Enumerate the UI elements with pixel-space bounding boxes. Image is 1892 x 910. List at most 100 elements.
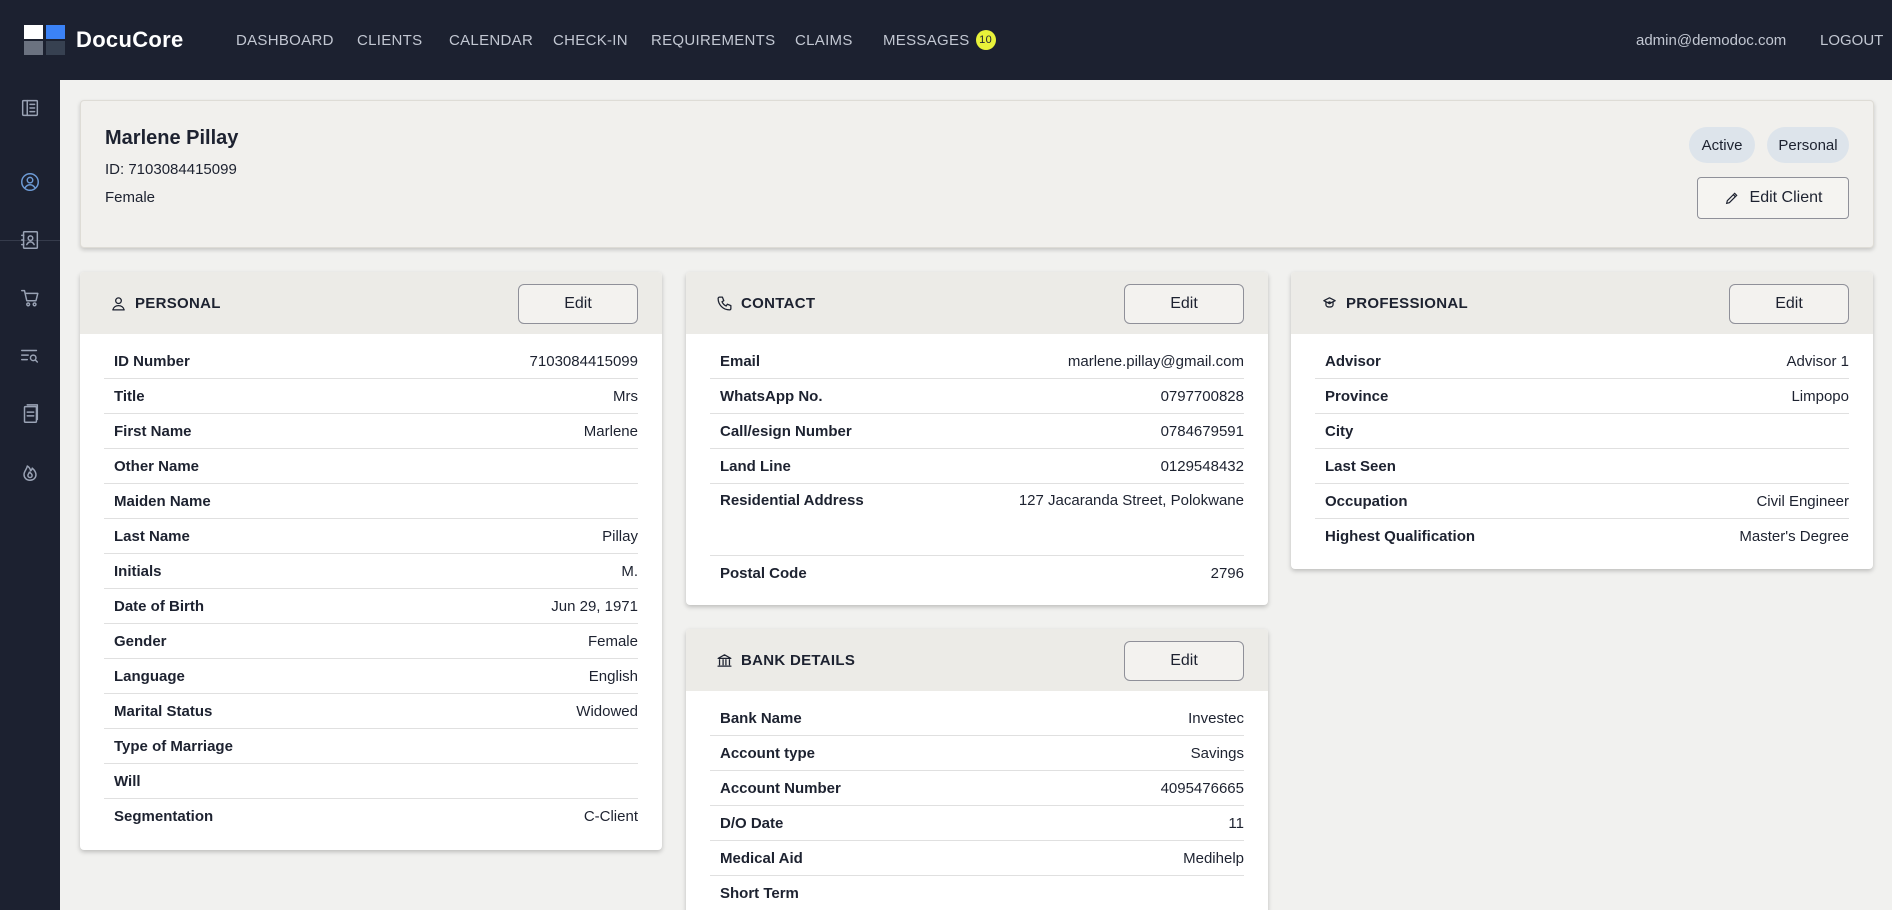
row-label: Highest Qualification xyxy=(1325,528,1476,545)
row-label: Call/esign Number xyxy=(720,422,852,440)
contact-edit-button[interactable]: Edit xyxy=(1124,284,1244,324)
table-row: Bank Name Investec xyxy=(710,701,1244,736)
row-label: Advisor xyxy=(1325,352,1381,370)
client-header-card: Marlene Pillay ID: 7103084415099 Female … xyxy=(80,100,1874,248)
table-row: First Name Marlene xyxy=(104,414,638,449)
bank-icon xyxy=(717,653,732,667)
table-row: ID Number 7103084415099 xyxy=(104,344,638,379)
table-row: D/O Date 11 xyxy=(710,806,1244,841)
row-label: Segmentation xyxy=(114,808,214,825)
table-row: Maiden Name xyxy=(104,484,638,519)
row-value: Pillay xyxy=(602,527,638,545)
nav-claims[interactable]: CLAIMS xyxy=(795,0,853,80)
nav-messages-label: MESSAGES xyxy=(883,31,970,49)
nav-messages[interactable]: MESSAGES 10 xyxy=(883,0,996,80)
table-row: City xyxy=(1315,414,1849,449)
flame-icon[interactable] xyxy=(0,450,60,494)
row-value: 0784679591 xyxy=(1160,422,1244,440)
row-label: Will xyxy=(114,772,141,790)
bank-edit-button[interactable]: Edit xyxy=(1124,641,1244,681)
row-label: Account Number xyxy=(720,779,841,797)
row-value: Savings xyxy=(1190,744,1244,762)
nav-check-in[interactable]: CHECK-IN xyxy=(553,0,628,80)
row-label: Bank Name xyxy=(720,709,802,727)
contacts-icon[interactable] xyxy=(0,218,60,262)
table-row: Advisor Advisor 1 xyxy=(1315,344,1849,379)
row-label: Last Name xyxy=(114,527,190,545)
row-label: Maiden Name xyxy=(114,492,211,510)
row-label: First Name xyxy=(114,422,192,440)
table-row: Account Number 4095476665 xyxy=(710,771,1244,806)
row-label: Land Line xyxy=(720,457,791,475)
row-label: Postal Code xyxy=(720,565,807,582)
personal-rows: ID Number 7103084415099 Title Mrs First Name… xyxy=(80,334,662,834)
row-value: 7103084415099 xyxy=(529,352,638,370)
table-row: Email marlene.pillay@gmail.com xyxy=(710,344,1244,379)
table-row: Marital Status Widowed xyxy=(104,694,638,729)
row-label: Province xyxy=(1325,387,1389,405)
table-row: Occupation Civil Engineer xyxy=(1315,484,1849,519)
nav-clients[interactable]: CLIENTS xyxy=(357,0,422,80)
row-value: Jun 29, 1971 xyxy=(551,597,638,615)
professional-card: PROFESSIONAL Edit Advisor Advisor 1 Provin… xyxy=(1291,272,1873,569)
table-row: Highest Qualification Master's Degree xyxy=(1315,519,1849,554)
row-value: 4095476665 xyxy=(1160,779,1244,797)
row-value: 0797700828 xyxy=(1160,387,1244,405)
nav-requirements[interactable]: REQUIREMENTS xyxy=(651,0,775,80)
row-value: 2796 xyxy=(1210,565,1244,582)
table-row: Other Name xyxy=(104,449,638,484)
row-label: Last Seen xyxy=(1325,457,1396,475)
row-label: WhatsApp No. xyxy=(720,387,823,405)
professional-icon xyxy=(1323,296,1336,308)
row-value: C-Client xyxy=(583,808,638,825)
table-row: Medical Aid Medihelp xyxy=(710,841,1244,876)
contact-title: CONTACT xyxy=(741,294,816,312)
search-list-icon[interactable] xyxy=(0,334,60,378)
row-value: M. xyxy=(621,562,638,580)
professional-edit-button[interactable]: Edit xyxy=(1729,284,1849,324)
personal-edit-button[interactable]: Edit xyxy=(518,284,638,324)
row-label: Language xyxy=(114,667,185,685)
row-label: Residential Address xyxy=(720,492,864,509)
bank-rows: Bank Name Investec Account type Savings Acco… xyxy=(686,691,1268,910)
row-label: Initials xyxy=(114,562,162,580)
row-label: Other Name xyxy=(114,457,200,475)
table-row: Short Term xyxy=(710,876,1244,910)
cart-icon[interactable] xyxy=(0,276,60,320)
top-navbar: DocuCore DASHBOARD CLIENTS CALENDAR CHEC… xyxy=(0,0,1892,80)
user-email[interactable]: admin@demodoc.com xyxy=(1636,0,1786,80)
logout-link[interactable]: LOGOUT xyxy=(1820,0,1883,80)
client-name: Marlene Pillay xyxy=(105,127,239,149)
edit-client-button[interactable]: Edit Client xyxy=(1697,177,1849,219)
row-value: English xyxy=(588,667,638,685)
row-value: Master's Degree xyxy=(1739,528,1849,545)
personal-card: PERSONAL Edit ID Number 7103084415099 Titl… xyxy=(80,272,662,850)
documents-icon[interactable] xyxy=(0,392,60,436)
client-id: ID: 7103084415099 xyxy=(105,161,237,178)
row-label: Email xyxy=(720,352,761,370)
table-row: Province Limpopo xyxy=(1315,379,1849,414)
nav-dashboard[interactable]: DASHBOARD xyxy=(236,0,334,80)
row-value: Mrs xyxy=(613,387,638,405)
table-row: Title Mrs xyxy=(104,379,638,414)
table-row: Language English xyxy=(104,659,638,694)
table-row: Gender Female xyxy=(104,624,638,659)
row-value: 0129548432 xyxy=(1160,457,1244,475)
bank-details-card: BANK DETAILS Edit Bank Name Investec Accou… xyxy=(686,629,1268,910)
row-value: Limpopo xyxy=(1791,387,1849,405)
row-label: Medical Aid xyxy=(720,849,803,867)
personal-card-header: PERSONAL Edit xyxy=(80,272,662,334)
panel-icon[interactable] xyxy=(0,86,60,130)
row-value: Marlene xyxy=(583,422,638,440)
sidebar xyxy=(0,80,60,910)
table-row: Last Seen xyxy=(1315,449,1849,484)
nav-calendar[interactable]: CALENDAR xyxy=(449,0,533,80)
row-label: Gender xyxy=(114,632,167,650)
row-value: Advisor 1 xyxy=(1786,352,1849,370)
app-logo[interactable]: DocuCore xyxy=(24,25,236,55)
row-label: Date of Birth xyxy=(114,597,204,615)
row-value: Medihelp xyxy=(1183,849,1244,867)
messages-count-badge: 10 xyxy=(975,30,996,50)
contact-card: CONTACT Edit Email marlene.pillay@gmail.c… xyxy=(686,272,1268,605)
user-circle-icon[interactable] xyxy=(0,160,60,204)
